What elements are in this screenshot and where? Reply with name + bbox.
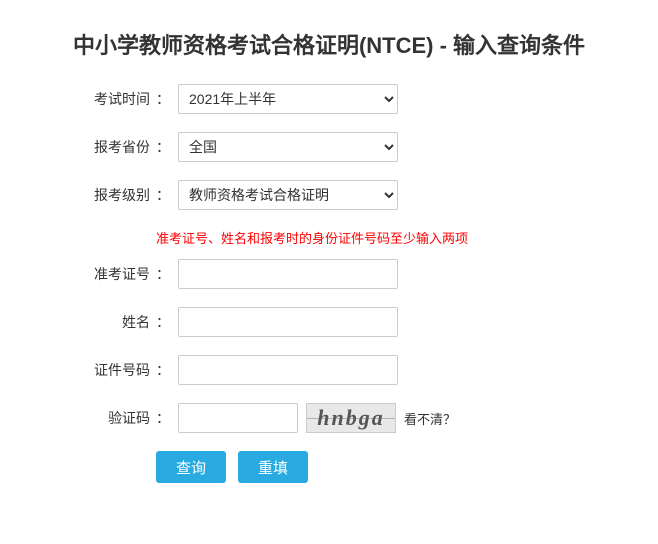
ticket-label: 准考证号 xyxy=(60,264,150,284)
name-input[interactable] xyxy=(178,307,398,337)
ticket-input[interactable] xyxy=(178,259,398,289)
captcha-refresh-link[interactable]: 看不清？ xyxy=(404,409,456,428)
button-row: 查询 重填 xyxy=(156,451,598,483)
province-label: 报考省份 xyxy=(60,137,150,157)
province-colon: ： xyxy=(156,137,170,157)
validation-message: 准考证号、姓名和报考时的身份证件号码至少输入两项 xyxy=(156,228,598,247)
reset-button[interactable]: 重填 xyxy=(238,451,308,483)
captcha-row: 验证码 ： hnbga 看不清？ xyxy=(60,403,598,433)
exam-time-colon: ： xyxy=(156,89,170,109)
province-row: 报考省份 ： 全国 北京 上海 xyxy=(60,132,598,162)
id-input[interactable] xyxy=(178,355,398,385)
page-title: 中小学教师资格考试合格证明(NTCE) - 输入查询条件 xyxy=(0,0,658,84)
name-row: 姓名 ： xyxy=(60,307,598,337)
category-colon: ： xyxy=(156,185,170,205)
exam-time-label: 考试时间 xyxy=(60,89,150,109)
exam-time-select[interactable]: 2021年上半年 2021年下半年 2020年上半年 xyxy=(178,84,398,114)
id-colon: ： xyxy=(156,360,170,380)
ticket-colon: ： xyxy=(156,264,170,284)
category-label: 报考级别 xyxy=(60,185,150,205)
ticket-row: 准考证号 ： xyxy=(60,259,598,289)
query-button[interactable]: 查询 xyxy=(156,451,226,483)
name-label: 姓名 xyxy=(60,312,150,332)
captcha-colon: ： xyxy=(156,408,170,428)
exam-time-row: 考试时间 ： 2021年上半年 2021年下半年 2020年上半年 xyxy=(60,84,598,114)
id-row: 证件号码 ： xyxy=(60,355,598,385)
category-select[interactable]: 教师资格考试合格证明 幼儿园 小学 xyxy=(178,180,398,210)
category-row: 报考级别 ： 教师资格考试合格证明 幼儿园 小学 xyxy=(60,180,598,210)
province-select[interactable]: 全国 北京 上海 xyxy=(178,132,398,162)
form-container: 考试时间 ： 2021年上半年 2021年下半年 2020年上半年 报考省份 ：… xyxy=(0,84,658,523)
captcha-label: 验证码 xyxy=(60,408,150,428)
captcha-input[interactable] xyxy=(178,403,298,433)
captcha-image[interactable]: hnbga xyxy=(306,403,396,433)
id-label: 证件号码 xyxy=(60,360,150,380)
name-colon: ： xyxy=(156,312,170,332)
